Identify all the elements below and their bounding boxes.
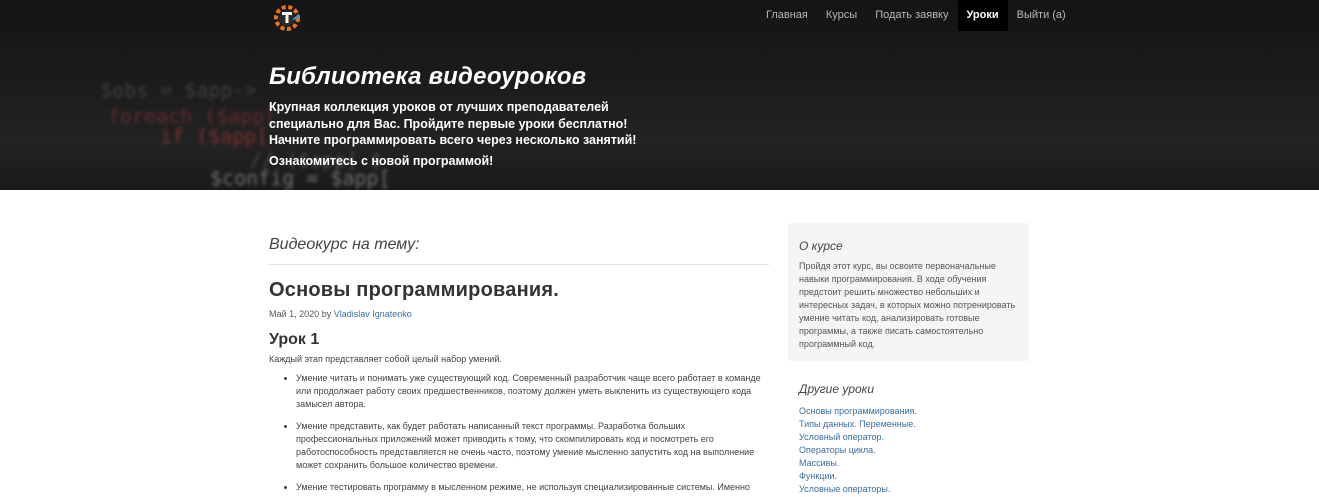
other-lesson-link[interactable]: Массивы. — [799, 458, 839, 468]
other-lesson-link[interactable]: Функции. — [799, 471, 837, 481]
other-lesson-item: Основы программирования. — [799, 405, 1019, 418]
other-lesson-item: Функции. — [799, 470, 1019, 483]
other-lesson-item: Типы данных. Переменные. — [799, 418, 1019, 431]
about-course-text: Пройдя этот курс, вы освоите первоначаль… — [799, 261, 1016, 349]
main-content: Видеокурс на тему: Основы программирован… — [269, 222, 769, 497]
lesson-intro: Каждый этап представляет собой целый наб… — [269, 354, 502, 364]
other-lessons-list: Основы программирования. Типы данных. Пе… — [799, 405, 1019, 496]
other-lessons: Другие уроки Основы программирования. Ти… — [799, 382, 1019, 496]
other-lesson-item: Условный оператор. — [799, 431, 1019, 444]
site-logo[interactable] — [272, 3, 302, 33]
about-course-box: О курсе Пройдя этот курс, вы освоите пер… — [788, 223, 1029, 361]
other-lesson-link[interactable]: Типы данных. Переменные. — [799, 419, 916, 429]
nav-item-lessons[interactable]: Уроки — [957, 0, 1008, 31]
hero-title: Библиотека видеоуроков — [269, 63, 587, 90]
list-item: Умение представить, как будет работать н… — [296, 420, 769, 472]
main-nav: Главная Курсы Подать заявку Уроки Выйти … — [757, 0, 1075, 31]
about-course-title: О курсе — [799, 239, 843, 253]
nav-item-logout[interactable]: Выйти (a) — [1008, 0, 1075, 31]
post-by: by — [321, 309, 332, 319]
list-item: Умение тестировать программу в мысленном… — [296, 481, 769, 494]
lesson-title: Урок 1 — [269, 331, 320, 348]
logo-icon — [274, 5, 300, 31]
other-lesson-link[interactable]: Условный оператор. — [799, 432, 884, 442]
other-lessons-title: Другие уроки — [799, 382, 875, 396]
post-date: Май 1, 2020 — [269, 309, 320, 319]
post-author-link[interactable]: Vladislav Ignatenko — [334, 309, 412, 319]
other-lesson-link[interactable]: Операторы цикла. — [799, 445, 876, 455]
hero-promo-link[interactable]: Ознакомитесь с новой программой! — [269, 154, 493, 168]
hero-header: $obs = $app-> foreach ($app[ if ($app[ /… — [0, 0, 1319, 190]
post-title: Основы программирования. — [269, 279, 559, 301]
hero-description: Крупная коллекция уроков от лучших препо… — [269, 100, 637, 147]
section-heading: Видеокурс на тему: — [269, 222, 769, 265]
nav-item-apply[interactable]: Подать заявку — [866, 0, 957, 31]
nav-item-home[interactable]: Главная — [757, 0, 817, 31]
list-item: Умение читать и понимать уже существующи… — [296, 372, 769, 411]
lesson-skills-list: Умение читать и понимать уже существующи… — [269, 372, 769, 494]
other-lesson-item: Условные операторы. — [799, 483, 1019, 496]
nav-item-courses[interactable]: Курсы — [817, 0, 866, 31]
other-lesson-item: Операторы цикла. — [799, 444, 1019, 457]
other-lesson-link[interactable]: Основы программирования. — [799, 406, 917, 416]
other-lesson-link[interactable]: Условные операторы. — [799, 484, 890, 494]
post-meta: Май 1, 2020 by Vladislav Ignatenko — [269, 309, 769, 319]
other-lesson-item: Массивы. — [799, 457, 1019, 470]
